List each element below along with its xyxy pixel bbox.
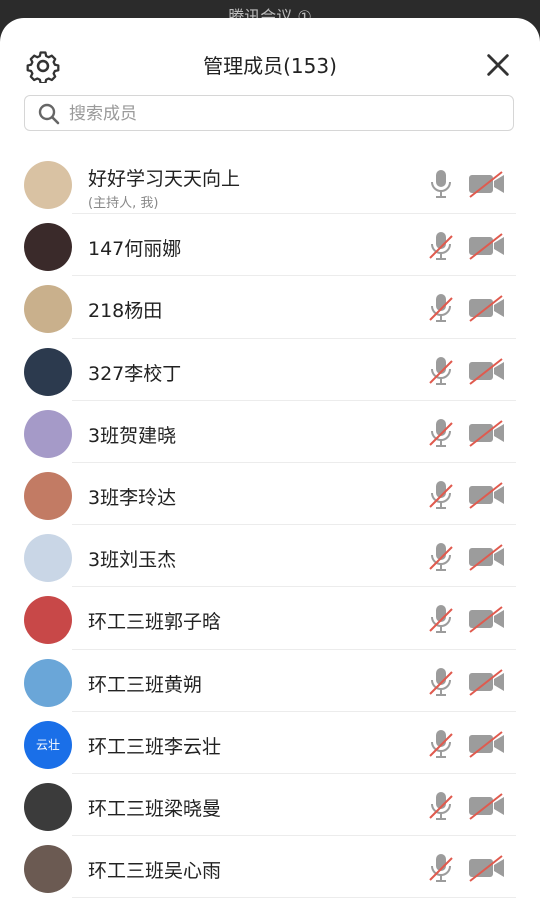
- mic-icon[interactable]: [427, 168, 455, 200]
- member-row[interactable]: 218杨田: [0, 276, 540, 339]
- avatar: [24, 782, 72, 831]
- avatar: [24, 658, 72, 707]
- member-row[interactable]: 环工三班吴心雨: [0, 836, 540, 899]
- avatar: [24, 161, 72, 209]
- camera-off-icon[interactable]: [467, 418, 507, 448]
- search-input[interactable]: [67, 100, 491, 128]
- avatar: [24, 845, 72, 894]
- avatar: [24, 534, 72, 583]
- member-row[interactable]: 3班李玲达: [0, 463, 540, 526]
- camera-off-icon[interactable]: [467, 356, 507, 386]
- avatar: [24, 223, 72, 272]
- avatar: [24, 347, 72, 396]
- mic-muted-icon[interactable]: [427, 728, 455, 760]
- member-name: 327李校丁: [88, 362, 182, 385]
- panel-header: 管理成员(153): [0, 18, 540, 131]
- camera-off-icon[interactable]: [467, 729, 507, 759]
- avatar: [24, 596, 72, 645]
- camera-off-icon[interactable]: [467, 604, 507, 634]
- member-row[interactable]: 环工三班梁晓曼: [0, 774, 540, 837]
- member-name: 环工三班郭子晗: [88, 611, 222, 634]
- camera-off-icon[interactable]: [467, 480, 507, 510]
- member-name: 147何丽娜: [88, 238, 182, 261]
- member-name: 3班贺建晓: [88, 424, 177, 447]
- search-box[interactable]: [24, 95, 514, 131]
- mic-muted-icon[interactable]: [427, 479, 455, 511]
- member-name: 环工三班李云壮: [88, 735, 222, 758]
- member-row[interactable]: 3班刘玉杰: [0, 525, 540, 588]
- member-name: 环工三班黄朔: [88, 673, 203, 696]
- members-panel: 管理成员(153) 好好学习天天向上(主持人, 我) 147何丽娜 21: [0, 18, 540, 918]
- member-name: 环工三班梁晓曼: [88, 797, 222, 820]
- member-name: 218杨田: [88, 300, 163, 323]
- camera-off-icon[interactable]: [467, 542, 507, 572]
- member-row[interactable]: 好好学习天天向上 (主持人, 我): [0, 152, 540, 215]
- mic-muted-icon[interactable]: [427, 230, 455, 262]
- mic-muted-icon[interactable]: [427, 292, 455, 324]
- member-name: 环工三班吴心雨: [88, 860, 222, 883]
- member-row[interactable]: 147何丽娜: [0, 214, 540, 277]
- member-row[interactable]: 3班贺建晓: [0, 401, 540, 463]
- avatar: 云壮: [24, 720, 72, 769]
- avatar: [24, 285, 72, 334]
- member-name: 好好学习天天向上: [88, 168, 241, 190]
- member-row[interactable]: 327李校丁: [0, 339, 540, 401]
- avatar: [24, 471, 72, 520]
- member-row[interactable]: 云壮 环工三班李云壮: [0, 712, 540, 774]
- camera-off-icon[interactable]: [467, 293, 507, 323]
- member-row[interactable]: 环工三班郭子晗: [0, 587, 540, 650]
- avatar: [24, 409, 72, 458]
- mic-muted-icon[interactable]: [427, 417, 455, 449]
- camera-off-icon[interactable]: [467, 853, 507, 883]
- member-role: (主持人, 我): [88, 196, 159, 211]
- camera-off-icon[interactable]: [467, 667, 507, 697]
- member-name: 3班李玲达: [88, 486, 177, 509]
- member-list: 好好学习天天向上 (主持人, 我) 147何丽娜 218杨田 327李校丁 3班…: [0, 152, 540, 899]
- mic-muted-icon[interactable]: [427, 355, 455, 387]
- camera-off-icon[interactable]: [467, 791, 507, 821]
- member-name: 3班刘玉杰: [88, 549, 177, 572]
- mic-muted-icon[interactable]: [427, 603, 455, 635]
- camera-off-icon[interactable]: [467, 169, 507, 199]
- search-icon: [38, 103, 60, 125]
- mic-muted-icon[interactable]: [427, 852, 455, 884]
- member-row[interactable]: 环工三班黄朔: [0, 650, 540, 712]
- mic-muted-icon[interactable]: [427, 541, 455, 573]
- mic-muted-icon[interactable]: [427, 666, 455, 698]
- mic-muted-icon[interactable]: [427, 790, 455, 822]
- camera-off-icon[interactable]: [467, 231, 507, 261]
- page-title: 管理成员(153): [203, 54, 337, 78]
- row-divider: [72, 897, 516, 899]
- close-icon[interactable]: [484, 51, 512, 79]
